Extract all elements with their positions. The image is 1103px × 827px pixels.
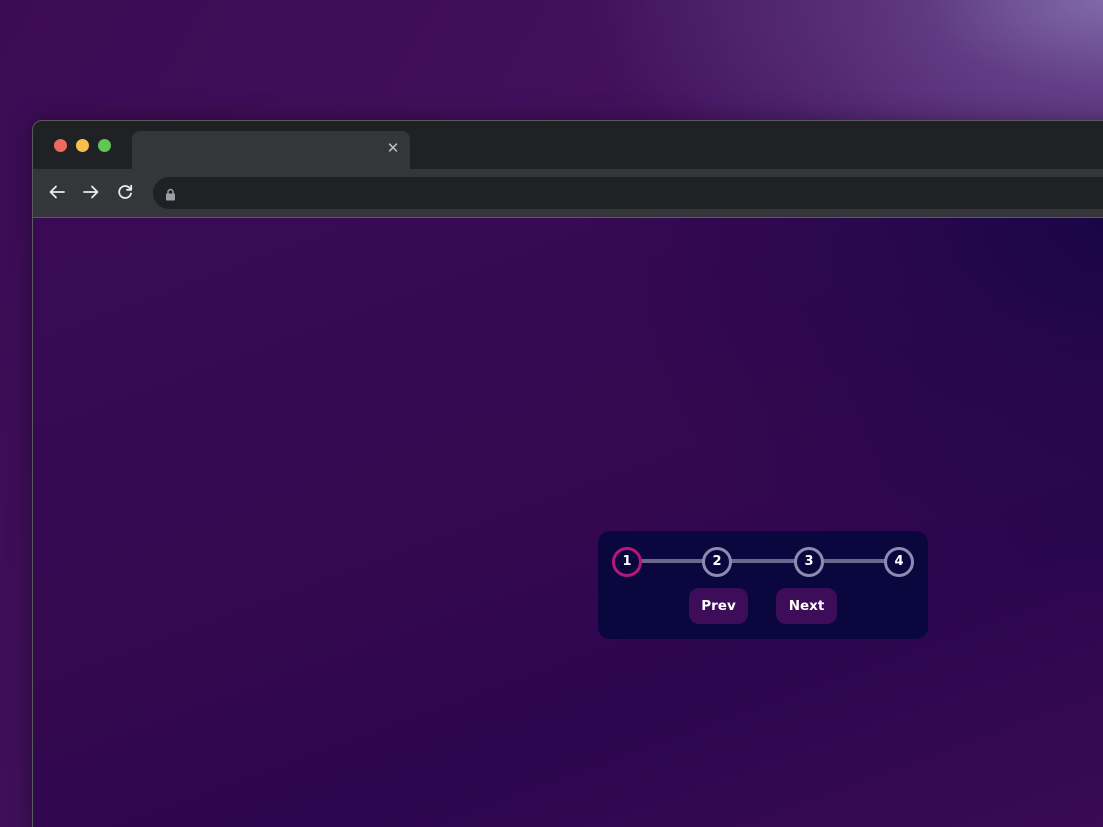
stepper-track bbox=[626, 559, 900, 563]
page-viewport: 1 2 3 4 Prev Next bbox=[33, 218, 1103, 827]
arrow-right-icon[interactable] bbox=[80, 181, 102, 203]
reload-icon[interactable] bbox=[114, 181, 136, 203]
browser-window: ✕ 1 2 3 4 Prev Next bbox=[32, 120, 1103, 827]
close-icon[interactable]: ✕ bbox=[385, 140, 401, 156]
browser-toolbar bbox=[33, 169, 1103, 218]
maximize-window-button[interactable] bbox=[98, 139, 111, 152]
step-4[interactable]: 4 bbox=[884, 547, 914, 577]
stepper-card: 1 2 3 4 Prev Next bbox=[598, 531, 928, 639]
lock-icon bbox=[165, 186, 176, 201]
step-1[interactable]: 1 bbox=[612, 547, 642, 577]
step-3[interactable]: 3 bbox=[794, 547, 824, 577]
browser-tab[interactable]: ✕ bbox=[132, 131, 410, 171]
arrow-left-icon[interactable] bbox=[46, 181, 68, 203]
close-window-button[interactable] bbox=[54, 139, 67, 152]
next-button[interactable]: Next bbox=[776, 588, 837, 624]
prev-button[interactable]: Prev bbox=[689, 588, 748, 624]
browser-titlebar: ✕ bbox=[33, 121, 1103, 171]
step-2[interactable]: 2 bbox=[702, 547, 732, 577]
address-bar[interactable] bbox=[153, 177, 1103, 209]
minimize-window-button[interactable] bbox=[76, 139, 89, 152]
